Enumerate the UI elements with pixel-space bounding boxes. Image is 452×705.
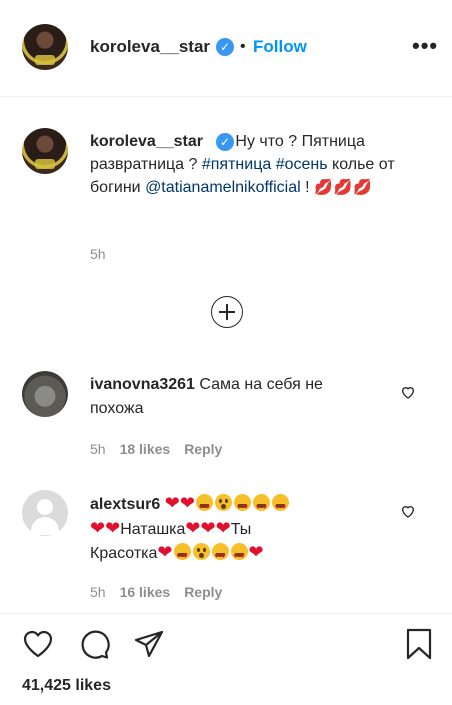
comment-username[interactable]: alextsur6 xyxy=(90,496,160,513)
verified-icon: ✓ xyxy=(216,133,234,151)
comment-body: ivanovna3261 Сама на себя не похожа xyxy=(90,373,380,421)
comment-time[interactable]: 5h xyxy=(90,441,106,457)
comment-line: Красотка❤❤ xyxy=(90,539,264,570)
kiss-emojis: 💋💋💋 xyxy=(314,179,374,196)
comment-text: Красотка xyxy=(90,545,158,562)
share-icon[interactable] xyxy=(133,628,165,660)
caption-text-3: ! xyxy=(305,179,310,196)
comment-like-icon[interactable] xyxy=(400,503,416,519)
separator-dot: • xyxy=(240,38,246,55)
comment-time[interactable]: 5h xyxy=(90,584,106,600)
divider xyxy=(0,613,452,614)
default-avatar-body xyxy=(31,517,59,535)
comment-text: Ты xyxy=(230,521,252,538)
comment-meta: 5h 18 likes Reply xyxy=(90,441,222,457)
comment-avatar[interactable] xyxy=(22,490,68,536)
reply-button[interactable]: Reply xyxy=(184,584,222,600)
default-avatar-head xyxy=(37,499,53,515)
hashtag-link[interactable]: #пятница xyxy=(202,156,271,173)
comment-avatar[interactable] xyxy=(22,371,68,417)
header-username[interactable]: koroleva__star xyxy=(90,37,210,57)
post-header: koroleva__star ✓ • Follow ••• xyxy=(0,0,452,97)
comment-line: alextsur6 ❤❤ xyxy=(90,490,290,521)
comment-text: похожа xyxy=(90,400,144,417)
comment-like-icon[interactable] xyxy=(400,384,416,400)
comment-icon[interactable] xyxy=(79,628,111,660)
header-avatar[interactable] xyxy=(22,24,68,70)
follow-button[interactable]: Follow xyxy=(253,37,307,57)
comment-likes[interactable]: 16 likes xyxy=(120,584,171,600)
caption-username[interactable]: koroleva__star xyxy=(90,133,203,150)
heart-icon[interactable] xyxy=(22,628,54,660)
mention-link[interactable]: @tatianamelnikofficial xyxy=(145,179,301,196)
hashtag-link[interactable]: #осень xyxy=(276,156,328,173)
reply-button[interactable]: Reply xyxy=(184,441,222,457)
comment-meta: 5h 16 likes Reply xyxy=(90,584,222,600)
caption-avatar[interactable] xyxy=(22,128,68,174)
verified-icon: ✓ xyxy=(216,38,234,56)
comment-text: Наташка xyxy=(120,521,186,538)
comment-likes[interactable]: 18 likes xyxy=(120,441,171,457)
load-more-comments-icon[interactable] xyxy=(211,296,243,328)
bookmark-icon[interactable] xyxy=(403,627,435,661)
post-likes-count[interactable]: 41,425 likes xyxy=(22,677,111,695)
caption-text: koroleva__star Ну что ? Пятница развратн… xyxy=(90,130,430,199)
comment-text: Сама на себя не xyxy=(199,376,323,393)
more-options-icon[interactable]: ••• xyxy=(412,33,438,59)
comment-username[interactable]: ivanovna3261 xyxy=(90,376,195,393)
caption-time[interactable]: 5h xyxy=(90,246,106,262)
